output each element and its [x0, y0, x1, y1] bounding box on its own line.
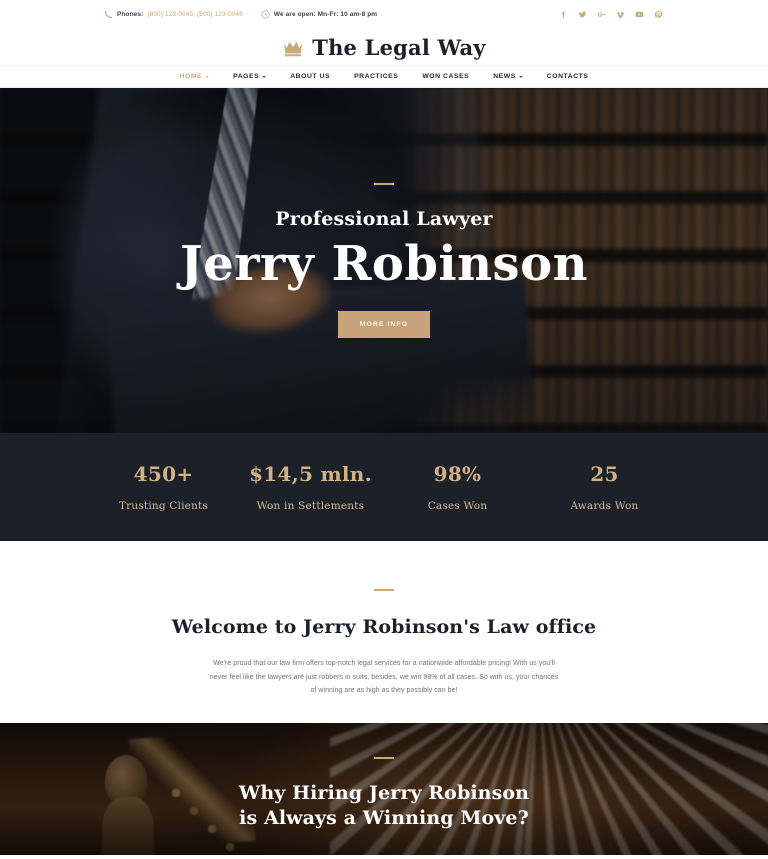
hours-label: We are open: Mn-Fr: 10 am-8 pm [273, 11, 378, 18]
top-bar-contact-group: Phones: (800) 123-0045; (800) 123-0046 W… [104, 10, 377, 19]
facebook-icon[interactable] [558, 9, 569, 20]
pinterest-icon[interactable] [653, 9, 664, 20]
site-logo[interactable]: The Legal Way [0, 29, 768, 65]
hours-block: We are open: Mn-Fr: 10 am-8 pm [261, 10, 377, 19]
hero-subtitle: Professional Lawyer [275, 207, 493, 230]
nav-item-home[interactable]: HOME [180, 73, 210, 80]
statistics-bar: 450+ Trusting Clients $14,5 mln. Won in … [0, 433, 768, 541]
google-plus-icon[interactable] [596, 9, 607, 20]
chevron-down-icon [518, 75, 523, 78]
hero-title: Jerry Robinson [180, 235, 588, 292]
more-info-button[interactable]: MORE INFO [337, 311, 431, 339]
phone-icon [104, 10, 113, 19]
stat-awards-won: 25 Awards Won [531, 462, 678, 512]
nav-item-news[interactable]: NEWS [493, 73, 523, 80]
phones-label: Phones: [117, 11, 144, 18]
hero-content: Professional Lawyer Jerry Robinson MORE … [0, 88, 768, 433]
nav-item-about-us[interactable]: ABOUT US [290, 73, 330, 80]
crown-icon [282, 37, 304, 57]
stat-value: $14,5 mln. [249, 462, 372, 486]
stat-trusting-clients: 450+ Trusting Clients [90, 462, 237, 512]
welcome-divider [374, 589, 394, 591]
why-title: Why Hiring Jerry Robinson is Always a Wi… [238, 782, 530, 830]
nav-label-news: NEWS [493, 73, 516, 80]
clock-icon [261, 10, 270, 19]
nav-label-contacts: CONTACTS [546, 73, 589, 80]
why-content: Why Hiring Jerry Robinson is Always a Wi… [0, 723, 768, 855]
stat-value: 450+ [133, 462, 194, 486]
twitter-icon[interactable] [577, 9, 588, 20]
phones-block: Phones: (800) 123-0045; (800) 123-0046 [104, 10, 243, 19]
nav-item-pages[interactable]: PAGES [233, 73, 267, 80]
nav-label-pages: PAGES [233, 73, 260, 80]
welcome-paragraph: We're proud that our law firm offers top… [209, 660, 559, 695]
phones-value[interactable]: (800) 123-0045; (800) 123-0046 [147, 11, 243, 18]
nav-item-won-cases[interactable]: WON CASES [422, 73, 469, 80]
why-divider [374, 757, 394, 759]
nav-label-about-us: ABOUT US [290, 73, 331, 80]
stat-value: 25 [590, 462, 619, 486]
social-links [558, 0, 664, 29]
nav-item-practices[interactable]: PRACTICES [354, 73, 398, 80]
nav-label-practices: PRACTICES [354, 73, 399, 80]
nav-item-contacts[interactable]: CONTACTS [547, 73, 589, 80]
stat-value: 98% [433, 462, 482, 486]
nav-label-home: HOME [179, 73, 203, 80]
stat-won-in-settlements: $14,5 mln. Won in Settlements [237, 462, 384, 512]
chevron-down-icon [205, 75, 210, 78]
welcome-title: Welcome to Jerry Robinson's Law office [171, 616, 597, 638]
stat-label: Won in Settlements [256, 500, 365, 512]
chevron-down-icon [262, 75, 267, 78]
hero-banner: Professional Lawyer Jerry Robinson MORE … [0, 88, 768, 433]
welcome-section: Welcome to Jerry Robinson's Law office W… [0, 541, 768, 723]
stat-label: Cases Won [427, 500, 488, 512]
why-hiring-section: Why Hiring Jerry Robinson is Always a Wi… [0, 723, 768, 855]
main-navigation: HOME PAGES ABOUT US PRACTICES WON CASES … [0, 65, 768, 88]
top-bar: Phones: (800) 123-0045; (800) 123-0046 W… [0, 0, 768, 29]
nav-list: HOME PAGES ABOUT US PRACTICES WON CASES … [180, 73, 589, 80]
vimeo-icon[interactable] [615, 9, 626, 20]
stat-label: Awards Won [570, 500, 639, 512]
stat-label: Trusting Clients [118, 500, 209, 512]
hero-divider [374, 182, 394, 185]
youtube-icon[interactable] [634, 9, 645, 20]
stat-cases-won: 98% Cases Won [384, 462, 531, 512]
nav-label-won-cases: WON CASES [422, 73, 470, 80]
brand-name: The Legal Way [312, 34, 486, 60]
